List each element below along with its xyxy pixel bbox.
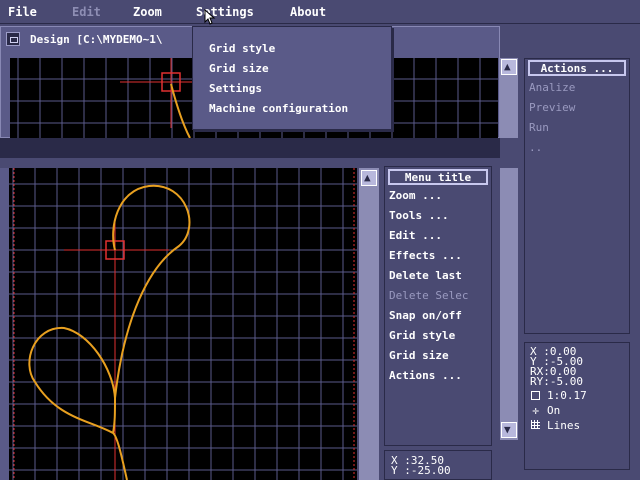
status-snap: On (547, 404, 561, 417)
scale-icon (531, 391, 540, 400)
menu-item-grid-style[interactable]: Grid style (389, 329, 455, 342)
chevron-down-icon: ▼ (504, 423, 511, 436)
cursor-coords-panel: X :32.50 Y :-25.00 (384, 450, 492, 480)
window-menu-icon[interactable] (6, 32, 20, 46)
menu-item-delete-last[interactable]: Delete last (389, 269, 462, 282)
scroll-up-button[interactable]: ▲ (501, 59, 517, 75)
canvas-drawing-main (9, 168, 357, 480)
menu-zoom[interactable]: Zoom (133, 5, 162, 19)
design-canvas-main[interactable] (9, 168, 357, 480)
menu-item-zoom[interactable]: Zoom ... (389, 189, 442, 202)
menu-about[interactable]: About (290, 5, 326, 19)
actions-panel: Actions ... Analize Preview Run .. (524, 58, 630, 334)
settings-dropdown: Grid style Grid size Settings Machine co… (192, 26, 392, 130)
menu-panel-title: Menu title (388, 169, 488, 185)
settings-item-settings[interactable]: Settings (209, 82, 262, 95)
menu-item-delete-selection[interactable]: Delete Selec (389, 289, 468, 302)
menu-item-actions[interactable]: Actions ... (389, 369, 462, 382)
canvas-left-border (0, 168, 9, 480)
main-scrollbar[interactable]: ▲ (359, 168, 379, 480)
settings-item-grid-style[interactable]: Grid style (209, 42, 275, 55)
grid-icon (531, 420, 540, 429)
menu-panel: Menu title Zoom ... Tools ... Edit ... E… (384, 166, 492, 446)
scroll-down-button[interactable]: ▼ (501, 422, 517, 438)
menu-item-tools[interactable]: Tools ... (389, 209, 449, 222)
menu-item-grid-size[interactable]: Grid size (389, 349, 449, 362)
menu-file[interactable]: File (8, 5, 37, 19)
design-window-2-titlebar[interactable] (0, 138, 500, 158)
cursor-y: Y :-25.00 (391, 464, 451, 477)
menu-item-effects[interactable]: Effects ... (389, 249, 462, 262)
menu-bar: File Edit Zoom Settings About (0, 0, 640, 24)
actions-panel-title[interactable]: Actions ... (528, 60, 626, 76)
settings-item-grid-size[interactable]: Grid size (209, 62, 269, 75)
actions-item-preview[interactable]: Preview (529, 101, 575, 114)
settings-item-machine-configuration[interactable]: Machine configuration (209, 102, 348, 115)
menu-item-snap[interactable]: Snap on/off (389, 309, 462, 322)
actions-item-more[interactable]: .. (529, 141, 542, 154)
design-window-title: Design [C:\MYDEMO~1\ (30, 33, 163, 46)
mouse-pointer-icon (204, 8, 216, 25)
actions-item-analize[interactable]: Analize (529, 81, 575, 94)
menu-edit[interactable]: Edit (72, 5, 101, 19)
chevron-up-icon: ▲ (364, 171, 371, 184)
snap-icon: ✛ (532, 404, 539, 417)
main-scroll-up-button[interactable]: ▲ (361, 170, 377, 186)
top-scrollbar[interactable]: ▲ (500, 58, 518, 138)
chevron-up-icon: ▲ (504, 60, 511, 73)
status-scale: 1:0.17 (547, 389, 587, 402)
menu-item-edit[interactable]: Edit ... (389, 229, 442, 242)
status-ry: RY:-5.00 (530, 375, 583, 388)
status-grid: Lines (547, 419, 581, 432)
right-scrollbar[interactable]: ▼ (500, 168, 518, 440)
actions-item-run[interactable]: Run (529, 121, 549, 134)
status-panel: X :0.00 Y :-5.00 RX:0.00 RY:-5.00 1:0.17… (524, 342, 630, 470)
